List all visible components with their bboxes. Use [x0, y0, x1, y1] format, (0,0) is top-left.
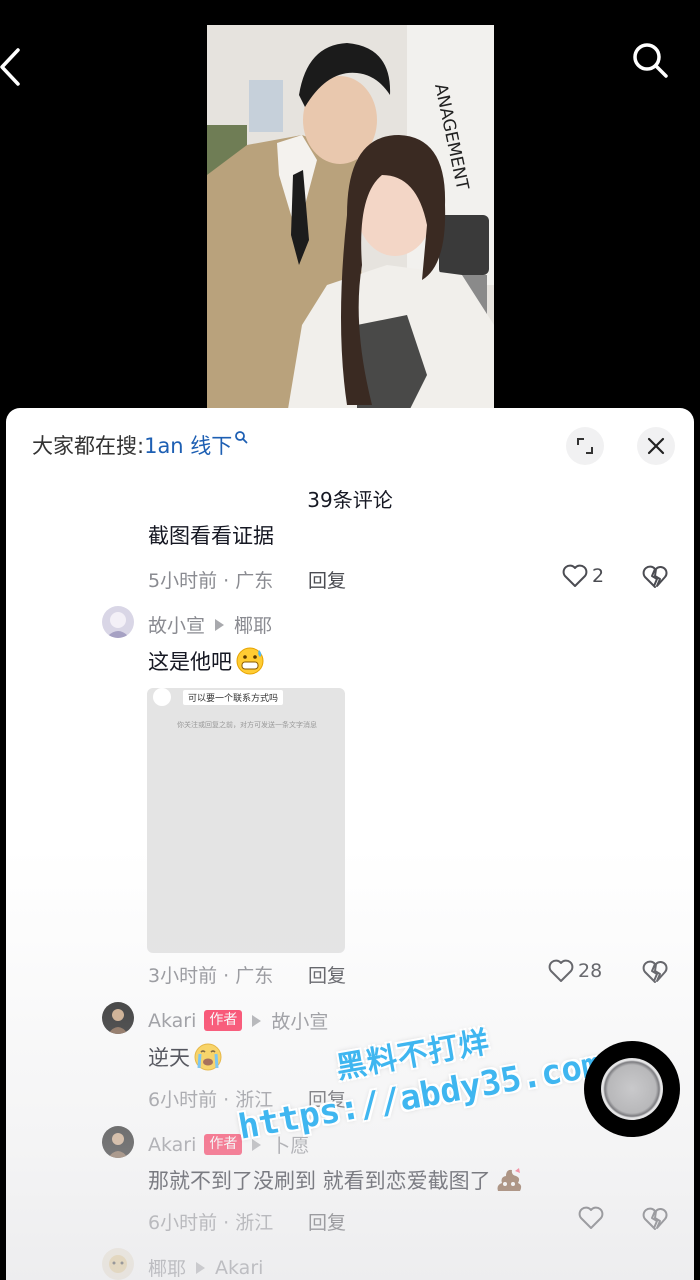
- reply-to-user[interactable]: Akari: [215, 1257, 263, 1279]
- avatar[interactable]: [102, 1002, 134, 1034]
- broken-heart-icon: [642, 1207, 668, 1230]
- reply-to-user[interactable]: 椰耶: [234, 611, 272, 638]
- comment-text: 这是他吧: [148, 646, 265, 676]
- search-hint-keyword[interactable]: 1an 线下: [144, 434, 232, 458]
- expand-button[interactable]: [566, 427, 604, 465]
- author-badge: 作者: [204, 1134, 243, 1155]
- comment-text: 那就不到了没刷到 就看到恋爱截图了: [148, 1165, 524, 1195]
- comment-user-line: 椰耶 Akari: [148, 1254, 263, 1280]
- heart-icon: [548, 959, 574, 982]
- username[interactable]: Akari: [148, 1134, 196, 1156]
- reply-arrow-icon: [252, 1014, 262, 1027]
- search-button[interactable]: [630, 40, 670, 80]
- comment-count: 39条评论: [307, 488, 393, 512]
- reply-button[interactable]: 回复: [308, 961, 346, 988]
- like-count: 2: [592, 565, 605, 587]
- reply-arrow-icon: [196, 1261, 206, 1274]
- username[interactable]: 椰耶: [148, 1254, 186, 1280]
- comment-panel: 大家都在搜:1an 线下 39条评论 截图看看证据 5小时前 · 广东 回复 2: [6, 408, 694, 1280]
- couple-photo: ANAGEMENT: [207, 25, 494, 415]
- screenshot-subtitle: 你关注或回复之前，对方可发送一条文字消息: [177, 721, 317, 729]
- username[interactable]: Akari: [148, 1010, 196, 1032]
- like-button[interactable]: 28: [548, 959, 602, 983]
- crying-emoji-icon: [194, 1043, 222, 1071]
- expand-icon: [577, 438, 593, 454]
- comment-text: 截图看看证据: [148, 524, 274, 548]
- close-icon: [647, 437, 665, 455]
- floating-record-button[interactable]: [584, 1041, 680, 1137]
- reply-arrow-icon: [215, 618, 225, 631]
- reply-button[interactable]: 回复: [308, 1208, 346, 1235]
- poop-emoji-icon: [497, 1168, 521, 1191]
- search-suggestion[interactable]: 大家都在搜:1an 线下: [32, 430, 248, 460]
- like-count: 28: [578, 960, 603, 982]
- like-button[interactable]: 2: [562, 564, 604, 588]
- grimace-emoji-icon: [236, 647, 264, 675]
- screenshot-avatar: [153, 688, 171, 706]
- screenshot-title: 可以要一个联系方式吗: [183, 690, 284, 705]
- avatar[interactable]: [102, 1248, 134, 1280]
- chevron-left-icon: [0, 48, 20, 86]
- heart-icon: [578, 1206, 604, 1229]
- broken-heart-icon: [642, 960, 668, 983]
- reply-button[interactable]: 回复: [308, 566, 346, 593]
- comment-image[interactable]: 可以要一个联系方式吗 你关注或回复之前，对方可发送一条文字消息: [147, 688, 345, 953]
- video-thumbnail[interactable]: ANAGEMENT: [207, 25, 494, 415]
- heart-icon: [562, 564, 588, 587]
- author-badge: 作者: [204, 1010, 243, 1031]
- search-hint-prefix: 大家都在搜:: [32, 434, 145, 458]
- comment-meta: 5小时前 · 广东: [148, 570, 274, 592]
- close-button[interactable]: [637, 427, 675, 465]
- comment-user-line: Akari 作者 故小宣: [148, 1007, 328, 1034]
- username[interactable]: 故小宣: [148, 611, 205, 638]
- avatar[interactable]: [102, 1126, 134, 1158]
- comment-meta: 3小时前 · 广东: [148, 965, 274, 987]
- reply-to-user[interactable]: 故小宣: [271, 1007, 328, 1034]
- search-icon: [633, 43, 668, 78]
- record-ring-icon: [601, 1058, 663, 1120]
- broken-heart-icon: [642, 565, 668, 588]
- dislike-button[interactable]: [642, 1207, 668, 1235]
- small-search-icon: [235, 431, 248, 444]
- comment-user-line: 故小宣 椰耶: [148, 611, 272, 638]
- comment-meta: 6小时前 · 浙江: [148, 1212, 274, 1234]
- like-button[interactable]: [578, 1206, 604, 1230]
- back-button[interactable]: [0, 46, 30, 88]
- comment-text: 逆天: [148, 1042, 223, 1072]
- dislike-button[interactable]: [642, 960, 668, 988]
- video-area[interactable]: ANAGEMENT: [0, 0, 700, 430]
- avatar[interactable]: [102, 606, 134, 638]
- dislike-button[interactable]: [642, 565, 668, 593]
